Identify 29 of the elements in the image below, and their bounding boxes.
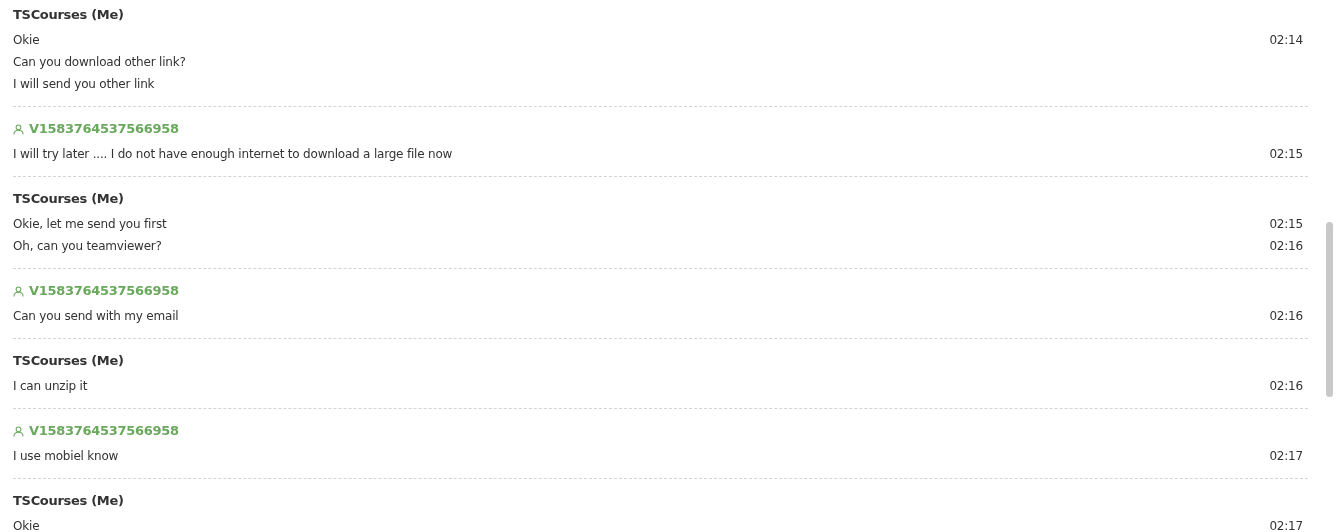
sender-name: TSCourses (Me) xyxy=(13,492,124,510)
message-text: Oh, can you teamviewer? xyxy=(13,238,162,255)
scrollbar-thumb[interactable] xyxy=(1326,222,1333,397)
sender-name: TSCourses (Me) xyxy=(13,6,124,24)
visitor-name: V1583764537566958 xyxy=(29,282,179,300)
message-text: I will send you other link xyxy=(13,76,155,93)
message-time: 02:16 xyxy=(1269,238,1303,255)
message-time: 02:15 xyxy=(1269,216,1303,233)
visitor-name: V1583764537566958 xyxy=(29,422,179,440)
person-icon xyxy=(13,425,24,437)
message-text: Can you send with my email xyxy=(13,308,179,325)
message-text: I use mobiel know xyxy=(13,448,119,465)
person-icon xyxy=(13,285,24,297)
message-time: 02:17 xyxy=(1269,518,1303,532)
message-time: 02:15 xyxy=(1269,146,1303,163)
sender-name: TSCourses (Me) xyxy=(13,352,124,370)
message-time: 02:17 xyxy=(1269,448,1303,465)
message-time: 02:16 xyxy=(1269,378,1303,395)
message-text: Okie xyxy=(13,518,40,532)
message-text: Okie, let me send you first xyxy=(13,216,167,233)
message-time: 02:16 xyxy=(1269,308,1303,325)
message-text: I can unzip it xyxy=(13,378,88,395)
message-text: I will try later .... I do not have enough internet to download a large file now xyxy=(13,146,453,163)
message-text: Can you download other link? xyxy=(13,54,186,71)
message-time: 02:14 xyxy=(1269,32,1303,49)
person-icon xyxy=(13,123,24,135)
message-text: Okie xyxy=(13,32,40,49)
sender-name: TSCourses (Me) xyxy=(13,190,124,208)
visitor-name: V1583764537566958 xyxy=(29,120,179,138)
